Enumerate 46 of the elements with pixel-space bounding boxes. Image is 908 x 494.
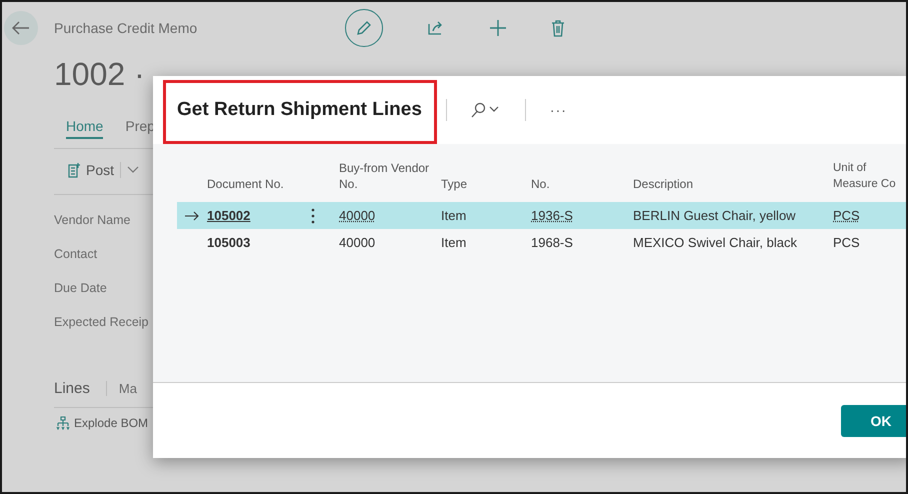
vertical-dots-icon[interactable]: [311, 208, 315, 224]
table-row[interactable]: 105002 40000 Item 1936-S BERLIN Guest Chair, yellow PCS: [177, 202, 906, 229]
more-options-button[interactable]: ···: [550, 102, 567, 118]
table-cell-text: BERLIN Guest Chair, yellow: [633, 208, 797, 223]
ok-button[interactable]: OK: [841, 404, 906, 436]
arrow-right-icon: [185, 210, 199, 220]
field-label: Contact: [54, 247, 98, 261]
column-header[interactable]: No.: [531, 176, 633, 192]
tab[interactable]: Ma: [106, 381, 137, 396]
table-cell-text: PCS: [833, 208, 861, 223]
field-label: Expected Receip: [54, 315, 149, 329]
explode-bom-button[interactable]: Explode BOM: [56, 416, 148, 430]
post-button[interactable]: Post: [68, 162, 114, 178]
back-button[interactable]: [4, 11, 38, 45]
add-icon[interactable]: [489, 19, 508, 37]
field-label: Due Date: [54, 281, 107, 295]
table-cell-text: Item: [441, 235, 468, 250]
page-title: 1002 ·: [54, 56, 146, 94]
trash-icon[interactable]: [551, 19, 566, 37]
dialog-title: Get Return Shipment Lines: [177, 99, 422, 121]
table-cell-text: MEXICO Swivel Chair, black: [633, 235, 798, 250]
column-header[interactable]: Description: [633, 176, 833, 192]
table-row[interactable]: 105003 40000 Item 1968-S MEXICO Swivel Chair, black PCS: [177, 229, 906, 256]
edit-button[interactable]: [345, 9, 384, 47]
column-header[interactable]: Type: [441, 176, 531, 192]
document-icon: [68, 162, 82, 178]
table-cell-text: 40000: [339, 208, 376, 223]
column-header[interactable]: Buy-from Vendor No.: [339, 160, 441, 192]
field-label: Vendor Name: [54, 213, 130, 227]
tab[interactable]: Lines: [54, 380, 90, 397]
hierarchy-icon: [56, 416, 70, 430]
table-cell-text: Item: [441, 208, 468, 223]
column-header[interactable]: Document No.: [207, 176, 339, 192]
search-button[interactable]: [470, 102, 501, 118]
table-cell-text: 1968-S: [531, 235, 574, 250]
page-caption: Purchase Credit Memo: [54, 20, 198, 36]
table-cell-text: PCS: [833, 235, 861, 250]
table-cell-text: 105003: [207, 235, 252, 250]
column-header[interactable]: Unit of Measure Co: [833, 160, 903, 192]
chevron-down-icon[interactable]: [127, 166, 140, 174]
table-cell-text: 40000: [339, 235, 376, 250]
table-cell-text: 1936-S: [531, 208, 574, 223]
search-icon: [470, 102, 501, 118]
pencil-icon: [355, 19, 374, 37]
table-cell-text: 105002: [207, 208, 252, 223]
back-arrow-icon: [12, 21, 30, 35]
